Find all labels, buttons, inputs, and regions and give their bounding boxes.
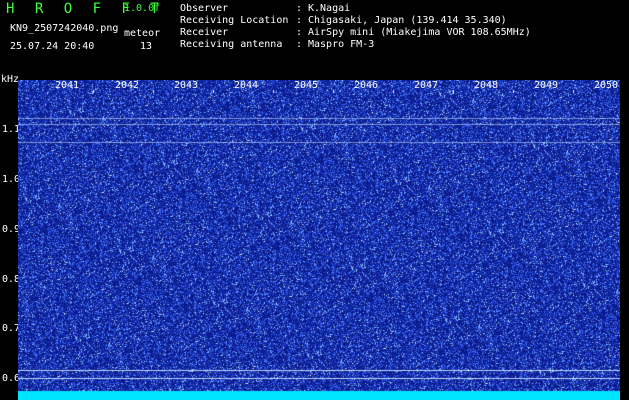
receiver-value: AirSpy mini (Miakejima VOR 108.65MHz) [308, 27, 531, 38]
observer-label: Observer [180, 3, 229, 14]
header-panel: H R O F F T 1.0.0f KN9_2507242040.png 25… [0, 0, 629, 78]
x-tick-2049: 2049 [534, 80, 559, 91]
x-tick-2041: 2041 [55, 80, 80, 91]
x-tick-2047: 2047 [414, 80, 439, 91]
y-unit-label: kHz [1, 74, 20, 85]
datetime-label: 25.07.24 20:40 [10, 41, 95, 52]
receiver-label: Receiver [180, 27, 229, 38]
location-value: Chigasaki, Japan (139.414 35.340) [308, 15, 507, 26]
x-tick-2044: 2044 [234, 80, 259, 91]
x-tick-2048: 2048 [474, 80, 499, 91]
filename-label: KN9_2507242040.png [10, 23, 119, 34]
x-tick-2045: 2045 [294, 80, 319, 91]
x-tick-2042: 2042 [115, 80, 140, 91]
x-tick-2050: 2050 [594, 80, 619, 91]
antenna-value: Maspro FM-3 [308, 39, 375, 50]
receiver-sep: : [296, 27, 303, 38]
antenna-label: Receiving antenna [180, 39, 283, 50]
antenna-sep: : [296, 39, 303, 50]
waterfall-plot [18, 80, 620, 400]
waterfall-canvas [18, 80, 620, 400]
location-label: Receiving Location [180, 15, 289, 26]
location-sep: : [296, 15, 303, 26]
meteor-count: 13 [140, 41, 153, 52]
observer-sep: : [296, 3, 303, 14]
version-label: 1.0.0f [124, 3, 161, 14]
observer-value: K.Nagai [308, 3, 351, 14]
x-tick-2046: 2046 [354, 80, 379, 91]
x-tick-2043: 2043 [174, 80, 199, 91]
meteor-label: meteor [124, 28, 161, 39]
